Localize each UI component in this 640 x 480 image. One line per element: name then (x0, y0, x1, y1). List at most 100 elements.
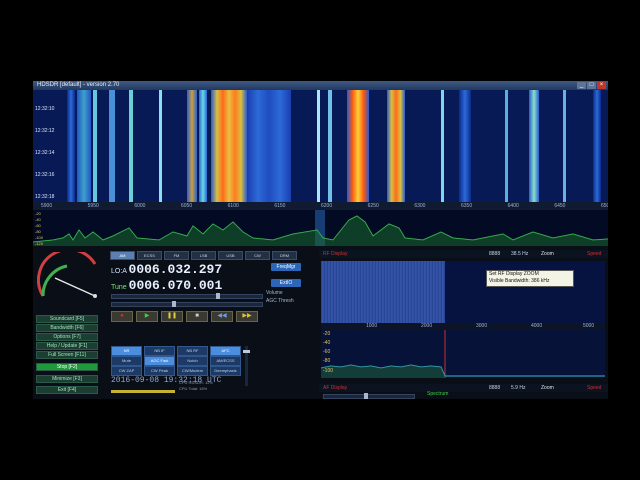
zoom-tooltip: Set RF Display ZOOM Visible Bandwidth: 3… (486, 270, 574, 287)
freq-tick-label: 6200 (321, 203, 333, 209)
lo-value[interactable]: 0006.032.297 (129, 262, 223, 277)
rewind-icon[interactable]: ◀◀ (211, 311, 233, 322)
cpu-hdsdr: CPU HDSDR: 11% (179, 380, 213, 385)
rf-display-toolbar: RF Display 8888 38.5 Hz Zoom Speed (319, 250, 608, 258)
time-label: 12:32:12 (35, 128, 55, 134)
agc-thresh-slider[interactable] (111, 301, 263, 307)
title-bar: HDSDR [default] - version 2.70 _ □ × (33, 81, 608, 90)
record-icon[interactable]: ● (111, 311, 133, 322)
agc-slider-handle[interactable] (172, 301, 176, 307)
minimize-icon[interactable]: _ (577, 82, 586, 89)
zoom-spectrum-trace (321, 330, 605, 378)
freq-tick-label: 6100 (227, 203, 239, 209)
tune-value[interactable]: 0006.070.001 (129, 278, 223, 293)
spectrum-trace (33, 210, 608, 246)
freqmgr-button[interactable]: FreqMgr (271, 263, 301, 271)
am-ecss-button[interactable]: AM/ECSS (210, 356, 241, 366)
maximize-icon[interactable]: □ (587, 82, 596, 89)
rf-bw-value: 8888 (489, 251, 501, 257)
lo-frequency[interactable]: LO:A 0006.032.297 (111, 262, 222, 277)
minimize-button[interactable]: Minimize [F3] (36, 375, 98, 383)
zoom-frequency-axis: 1000 2000 3000 4000 5000 (321, 323, 605, 330)
freq-tick-label: 6400 (507, 203, 519, 209)
cw-modem-button[interactable]: CW/Modem (177, 366, 208, 376)
recorder-controls: ● ▶ ❚❚ ■ ◀◀ ▶▶ (111, 311, 258, 322)
mode-usb-button[interactable]: USB (218, 251, 243, 260)
window-title: HDSDR [default] - version 2.70 (37, 82, 120, 88)
nb-rf-button[interactable]: NB RF (177, 346, 208, 356)
power-label: -20 (35, 211, 41, 216)
squelch-slider[interactable] (243, 346, 250, 386)
cw-peak-button[interactable]: CW Peak (144, 366, 175, 376)
af-rbw-value: 5.9 Hz (511, 385, 526, 391)
af-display-label: AF Display (323, 385, 348, 391)
notch-button[interactable]: Notch (177, 356, 208, 366)
zoom-spectrum[interactable]: -20 -40 -60 -80 -100 (321, 330, 605, 378)
freq-tick-label: 6000 (134, 203, 146, 209)
stop-icon[interactable]: ■ (186, 311, 208, 322)
rf-display-label: RF Display (323, 251, 348, 257)
date-display: 2016-09-08 (111, 376, 160, 385)
pause-icon[interactable]: ❚❚ (161, 311, 183, 322)
tune-frequency[interactable]: Tune 0006.070.001 (111, 278, 222, 293)
help-update-button[interactable]: Help / Update [F1] (36, 342, 98, 350)
cpu-total: CPU Total: 18% (179, 386, 208, 391)
options-button[interactable]: Options [F7] (36, 333, 98, 341)
main-waterfall[interactable] (33, 90, 608, 202)
af-spectrum-label: Spectrum (427, 391, 449, 397)
deemphasis-button[interactable]: Deemphasis (210, 366, 241, 376)
power-label: -100 (35, 235, 44, 240)
agc-thresh-label: AGC Thresh (266, 298, 294, 304)
soundcard-button[interactable]: Soundcard [F5] (36, 315, 98, 323)
time-label: 12:32:14 (35, 150, 55, 156)
mode-am-button[interactable]: AM (110, 251, 135, 260)
s-meter-gauge-icon (37, 252, 97, 298)
freq-tick-label: 6350 (461, 203, 473, 209)
rf-speed-label: Speed (587, 251, 602, 257)
power-label: -40 (35, 217, 41, 222)
play-icon[interactable]: ▶ (136, 311, 158, 322)
freq-tick-label: 6500 (601, 203, 608, 209)
freq-tick-label: 5950 (87, 203, 99, 209)
hdsdr-window: HDSDR [default] - version 2.70 _ □ × 12:… (33, 81, 608, 399)
nr-button[interactable]: NR (111, 346, 142, 356)
stop-button[interactable]: Stop [F2] (36, 363, 98, 371)
main-spectrum[interactable]: -20 -40 -60 -80 -100 -120 (33, 210, 608, 246)
volume-slider[interactable] (111, 293, 263, 299)
nb-if-button[interactable]: NB IF (144, 346, 175, 356)
mode-ecss-button[interactable]: ECSS (137, 251, 162, 260)
af-bw-value: 8888 (489, 385, 501, 391)
mute-button[interactable]: Mute (111, 356, 142, 366)
af-zoom-slider[interactable] (323, 393, 415, 399)
af-display-toolbar: AF Display 8888 5.9 Hz Zoom Speed (319, 384, 608, 392)
bandwidth-button[interactable]: Bandwidth [F6] (36, 324, 98, 332)
mode-selector: AM ECSS FM LSB USB CW DRM (110, 251, 297, 260)
exit-button[interactable]: Exit [F4] (36, 386, 98, 394)
full-screen-button[interactable]: Full Screen [F11] (36, 351, 98, 359)
cw-zap-button[interactable]: CW ZAP (111, 366, 142, 376)
volume-slider-handle[interactable] (216, 293, 220, 299)
mode-fm-button[interactable]: FM (164, 251, 189, 260)
rf-zoom-label: Zoom (541, 251, 554, 257)
frequency-axis[interactable]: 5900 5950 6000 6050 6100 6150 6200 6250 6300 6350… (33, 202, 608, 210)
time-label: 12:32:18 (35, 194, 55, 200)
rf-rbw-value: 38.5 Hz (511, 251, 529, 257)
afc-button[interactable]: AFC (210, 346, 241, 356)
squelch-slider-handle[interactable] (243, 350, 250, 353)
power-label: -80 (35, 229, 41, 234)
waterfall-time-scale: 12:32:10 12:32:12 12:32:14 12:32:16 12:3… (33, 90, 67, 202)
af-zoom-label: Zoom (541, 385, 554, 391)
close-icon[interactable]: × (597, 82, 606, 89)
fast-forward-icon[interactable]: ▶▶ (236, 311, 258, 322)
agc-fast-button[interactable]: AGC Fast (144, 356, 175, 366)
power-label: -120 (35, 241, 44, 246)
freq-tick-label: 6450 (554, 203, 566, 209)
mode-cw-button[interactable]: CW (245, 251, 270, 260)
mode-lsb-button[interactable]: LSB (191, 251, 216, 260)
tune-label: Tune (111, 284, 127, 291)
power-label: -60 (35, 223, 41, 228)
af-speed-label: Speed (587, 385, 602, 391)
mode-drm-button[interactable]: DRM (272, 251, 297, 260)
extio-button[interactable]: ExtIO (271, 279, 301, 287)
time-label: 12:32:10 (35, 106, 55, 112)
